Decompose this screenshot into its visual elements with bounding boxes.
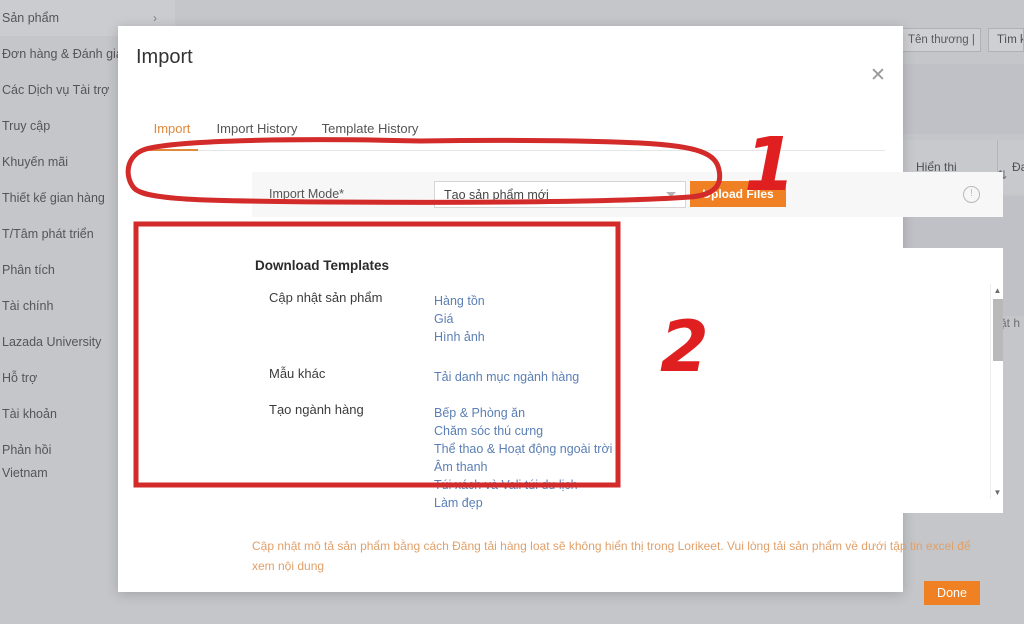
upload-files-button[interactable]: Upload Files xyxy=(690,181,786,207)
close-icon[interactable]: ✕ xyxy=(865,62,891,88)
sidebar-item-label: Hỗ trợ xyxy=(2,371,38,385)
sidebar-item-label: Sản phẩm xyxy=(2,11,59,25)
template-link[interactable]: Bếp & Phòng ăn xyxy=(434,404,612,422)
info-icon[interactable]: ! xyxy=(963,186,980,203)
template-link[interactable]: Hình ảnh xyxy=(434,328,485,346)
background-toolbar-panel xyxy=(901,64,1024,134)
sidebar-item-label: Đơn hàng & Đánh giá xyxy=(2,47,123,61)
scrollbar-thumb[interactable] xyxy=(993,299,1003,361)
modal-title: Import xyxy=(136,46,193,68)
download-templates-title: Download Templates xyxy=(255,258,390,273)
modal-tabs: Import Import History Template History xyxy=(136,114,885,151)
import-mode-row: Import Mode* Tạo sản phẩm mới Upload Fil… xyxy=(252,172,1003,217)
template-group-label: Tạo ngành hàng xyxy=(269,402,364,417)
import-modal: Import ✕ Import Import History Template Hi… xyxy=(118,26,1003,605)
template-group-links: Bếp & Phòng ăn Chăm sóc thú cưng Thể thao … xyxy=(434,404,612,512)
scrollbar[interactable]: ▲ ▼ xyxy=(990,284,1003,499)
search-button[interactable]: Tìm k xyxy=(988,28,1024,52)
import-mode-selected-value: Tạo sản phẩm mới xyxy=(444,187,549,202)
template-link[interactable]: Giá xyxy=(434,310,485,328)
template-link[interactable]: Túi xách và Vali túi du lịch xyxy=(434,476,612,494)
template-group-label: Cập nhật sản phẩm xyxy=(269,290,383,305)
template-link[interactable]: Thể thao & Hoạt động ngoài trời xyxy=(434,440,612,458)
sidebar-item-label: Các Dịch vụ Tài trợ xyxy=(2,83,110,97)
sidebar-item-label: Tài chính xyxy=(2,299,54,313)
tab-2[interactable]: Template History xyxy=(316,114,424,149)
chevron-down-icon xyxy=(666,192,676,197)
scroll-down-icon[interactable]: ▼ xyxy=(991,486,1003,499)
sidebar-country-label: Vietnam xyxy=(2,466,48,480)
chevron-right-icon: › xyxy=(153,11,157,25)
download-templates-panel: Download Templates Cập nhật sản phẩm Hàng… xyxy=(252,248,1003,513)
tab-0[interactable]: Import xyxy=(146,114,198,151)
template-link[interactable]: Hàng tồn xyxy=(434,292,485,310)
brand-filter-input[interactable]: Tên thương | xyxy=(901,28,981,52)
template-link[interactable]: Làm đẹp xyxy=(434,494,612,512)
tab-1[interactable]: Import History xyxy=(211,114,303,149)
template-link[interactable]: Chăm sóc thú cưng xyxy=(434,422,612,440)
scroll-up-icon[interactable]: ▲ xyxy=(991,284,1003,297)
sidebar-item-label: Truy cập xyxy=(2,119,51,133)
done-button[interactable]: Done xyxy=(924,581,980,605)
template-group-label: Mẫu khác xyxy=(269,366,326,381)
template-link[interactable]: Tải danh mục ngành hàng xyxy=(434,368,579,386)
template-group-links: Tải danh mục ngành hàng xyxy=(434,368,579,386)
warning-note: Cập nhật mô tả sản phẩm bằng cách Đăng t… xyxy=(252,539,971,573)
sidebar-item-label: Lazada University xyxy=(2,335,102,349)
template-group-links: Hàng tồn Giá Hình ảnh xyxy=(434,292,485,346)
sidebar-item-label: Thiết kế gian hàng xyxy=(2,191,105,205)
sidebar-item-label: Phân tích xyxy=(2,263,55,277)
template-link[interactable]: Âm thanh xyxy=(434,458,612,476)
sidebar-item-label: T/Tâm phát triển xyxy=(2,227,94,241)
sidebar-item-label: Khuyến mãi xyxy=(2,155,69,169)
sidebar-item-label: Tài khoản xyxy=(2,407,57,421)
import-mode-label: Import Mode* xyxy=(269,187,345,201)
import-mode-select[interactable]: Tạo sản phẩm mới xyxy=(434,181,686,208)
